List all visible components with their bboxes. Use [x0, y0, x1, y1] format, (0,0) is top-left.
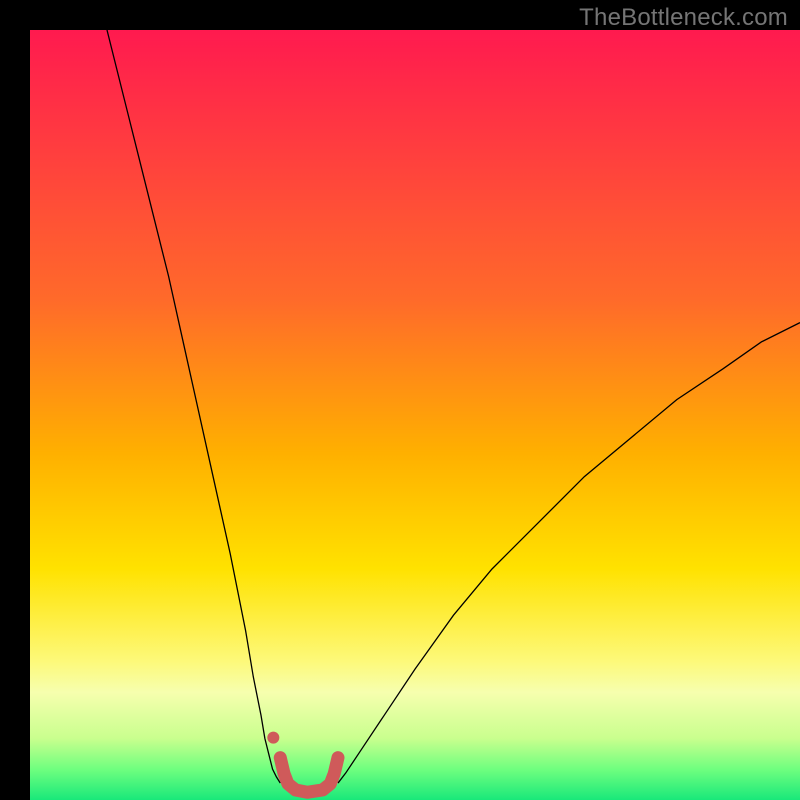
chart-container: TheBottleneck.com	[0, 0, 800, 800]
watermark-text: TheBottleneck.com	[579, 4, 788, 32]
gradient-background	[30, 30, 800, 800]
bottleneck-chart	[30, 30, 800, 800]
series-trough-dot	[267, 732, 279, 744]
